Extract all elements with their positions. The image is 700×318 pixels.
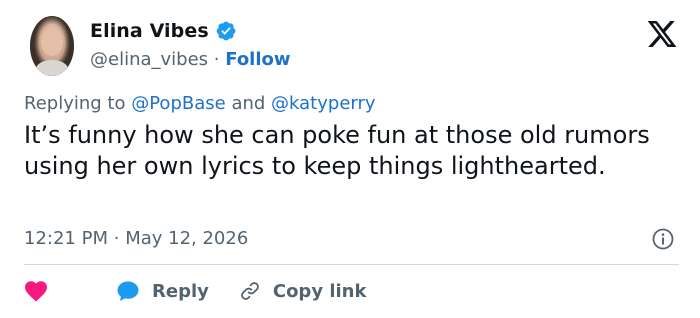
display-name[interactable]: Elina Vibes	[90, 20, 209, 42]
separator-dot: ·	[213, 49, 220, 70]
replying-conjunction: and	[231, 93, 266, 114]
mention-popbase[interactable]: @PopBase	[131, 93, 225, 114]
tweet-header: Elina Vibes @elina_vibes · Follow	[24, 14, 684, 78]
tweet-date: May 12, 2026	[125, 228, 249, 249]
follow-button[interactable]: Follow	[225, 49, 290, 70]
verified-badge-icon	[216, 21, 236, 41]
divider	[24, 264, 679, 265]
copy-link-button[interactable]: Copy link	[209, 280, 367, 302]
tweet-actions: Reply Copy link	[24, 276, 366, 306]
tweet-time: 12:21 PM	[24, 228, 108, 249]
replying-to: Replying to @PopBase and @katyperry	[24, 93, 376, 114]
reply-button[interactable]: Reply	[48, 280, 209, 302]
copy-link-label: Copy link	[272, 280, 367, 302]
meta-separator: ·	[113, 228, 120, 249]
tweet-timestamp[interactable]: 12:21 PM · May 12, 2026	[24, 228, 248, 249]
replying-prefix: Replying to	[24, 93, 126, 114]
info-icon[interactable]	[651, 227, 675, 251]
avatar[interactable]	[30, 16, 74, 76]
name-row: Elina Vibes	[90, 20, 237, 42]
handle[interactable]: @elina_vibes	[90, 49, 208, 70]
handle-row: @elina_vibes · Follow	[90, 49, 291, 70]
reply-label: Reply	[152, 280, 209, 302]
like-button[interactable]	[24, 280, 48, 302]
tweet-text: It’s funny how she can poke fun at those…	[24, 121, 650, 180]
reply-bubble-icon	[117, 281, 139, 301]
x-logo-icon[interactable]	[646, 18, 678, 50]
mention-katyperry[interactable]: @katyperry	[271, 93, 375, 114]
heart-icon	[25, 281, 47, 302]
link-icon	[241, 282, 259, 300]
